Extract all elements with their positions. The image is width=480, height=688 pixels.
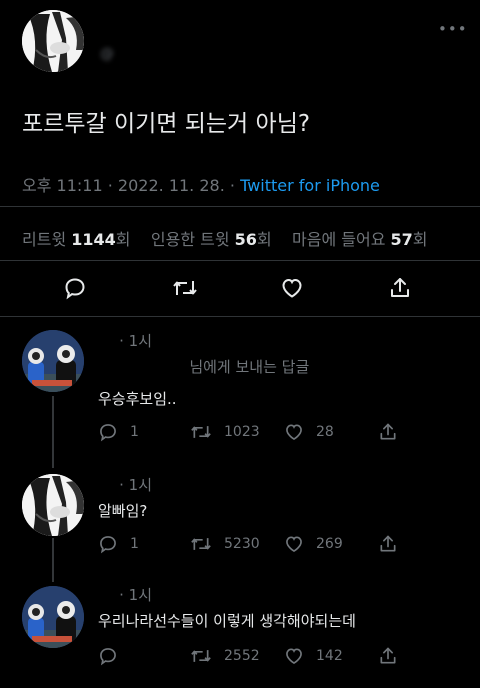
retweet-count: 1023 xyxy=(224,424,260,440)
retweet-action[interactable]: 1023 xyxy=(190,422,260,442)
author-handle[interactable]: @ xyxy=(100,46,115,62)
like-stat[interactable]: 마음에 들어요 57회 xyxy=(292,230,428,249)
like-action[interactable]: 142 xyxy=(284,646,343,666)
reply-text: 우리나라선수들이 이렇게 생각해야되는데 xyxy=(98,612,356,630)
author-avatar[interactable] xyxy=(22,10,84,72)
share-icon[interactable] xyxy=(388,276,412,300)
reply-header: · 1시 xyxy=(98,474,152,495)
reply-time[interactable]: · 1시 xyxy=(119,476,152,494)
share-action[interactable] xyxy=(378,422,398,442)
retweet-stat-unit: 회 xyxy=(115,230,131,249)
meta-separator: · xyxy=(107,176,113,195)
reply-avatar[interactable] xyxy=(22,474,84,536)
like-icon xyxy=(286,424,302,441)
divider xyxy=(0,206,480,207)
reply-action[interactable]: 1 xyxy=(98,422,139,442)
quote-stat-label: 인용한 트윗 xyxy=(150,230,230,249)
like-count: 142 xyxy=(316,648,343,664)
like-stat-unit: 회 xyxy=(412,230,428,249)
replying-to-handle-blurred[interactable] xyxy=(98,358,185,376)
replying-to-suffix: 님에게 보내는 답글 xyxy=(189,358,310,376)
reply-header: · 1시 xyxy=(98,584,152,605)
replying-to: 님에게 보내는 답글 xyxy=(98,356,309,377)
tweet-source-link[interactable]: Twitter for iPhone xyxy=(240,176,380,195)
like-icon xyxy=(286,648,302,665)
quote-stat-count: 56 xyxy=(234,230,257,249)
reply-author-name[interactable] xyxy=(98,586,104,604)
thread-line xyxy=(52,396,54,468)
retweet-icon xyxy=(191,538,211,550)
tweet-text: 포르투갈 이기면 되는거 아님? xyxy=(22,111,311,137)
retweet-icon xyxy=(191,650,211,662)
divider xyxy=(0,260,480,261)
tweet-time: 오후 11:11 xyxy=(22,176,103,195)
reply-avatar[interactable] xyxy=(22,586,84,648)
reply-icon xyxy=(100,648,116,666)
like-icon[interactable] xyxy=(280,276,304,300)
retweet-stat-label: 리트윗 xyxy=(22,230,67,249)
share-icon xyxy=(380,647,396,664)
reply-avatar[interactable] xyxy=(22,330,84,392)
reply-icon xyxy=(100,424,116,442)
share-action[interactable] xyxy=(378,646,398,666)
reply-author-name[interactable] xyxy=(98,332,104,350)
reply-time[interactable]: · 1시 xyxy=(119,586,152,604)
reply-count: 1 xyxy=(130,536,139,552)
more-options-icon[interactable]: ••• xyxy=(438,20,468,38)
share-action[interactable] xyxy=(378,534,398,554)
like-count: 28 xyxy=(316,424,334,440)
like-stat-label: 마음에 들어요 xyxy=(292,230,386,249)
reply-time[interactable]: · 1시 xyxy=(119,332,152,350)
reply-author-handle[interactable] xyxy=(109,586,115,604)
tweet-meta: 오후 11:11 · 2022. 11. 28. · Twitter for i… xyxy=(22,172,380,196)
like-count: 269 xyxy=(316,536,343,552)
share-icon xyxy=(380,423,396,440)
reply-icon[interactable] xyxy=(63,276,87,300)
retweet-icon xyxy=(191,426,211,438)
like-action[interactable]: 269 xyxy=(284,534,343,554)
retweet-count: 5230 xyxy=(224,536,260,552)
retweet-stat-count: 1144 xyxy=(71,230,116,249)
reply-text: 우승후보임.. xyxy=(98,390,177,408)
like-action[interactable]: 28 xyxy=(284,422,334,442)
reply-icon xyxy=(100,536,116,554)
reply-count: 1 xyxy=(130,424,139,440)
thread-line xyxy=(52,538,54,582)
share-icon xyxy=(380,535,396,552)
reply-author-handle[interactable] xyxy=(109,476,115,494)
divider xyxy=(0,316,480,317)
tweet-date: 2022. 11. 28. xyxy=(117,176,225,195)
retweet-icon[interactable] xyxy=(172,276,198,300)
reply-action[interactable]: 1 xyxy=(98,534,139,554)
like-stat-count: 57 xyxy=(390,230,413,249)
reply-text: 알빠임? xyxy=(98,502,148,520)
like-icon xyxy=(286,536,302,553)
quote-stat[interactable]: 인용한 트윗 56회 xyxy=(151,230,277,249)
tweet-stats: 리트윗 1144회 인용한 트윗 56회 마음에 들어요 57회 xyxy=(22,226,428,250)
retweet-action[interactable]: 2552 xyxy=(190,646,260,666)
meta-separator: · xyxy=(229,176,235,195)
retweet-action[interactable]: 5230 xyxy=(190,534,260,554)
quote-stat-unit: 회 xyxy=(256,230,272,249)
retweet-count: 2552 xyxy=(224,648,260,664)
retweet-stat[interactable]: 리트윗 1144회 xyxy=(22,230,136,249)
reply-header: · 1시 xyxy=(98,330,152,351)
reply-action[interactable] xyxy=(98,646,130,666)
reply-author-name[interactable] xyxy=(98,476,104,494)
reply-author-handle[interactable] xyxy=(109,332,115,350)
